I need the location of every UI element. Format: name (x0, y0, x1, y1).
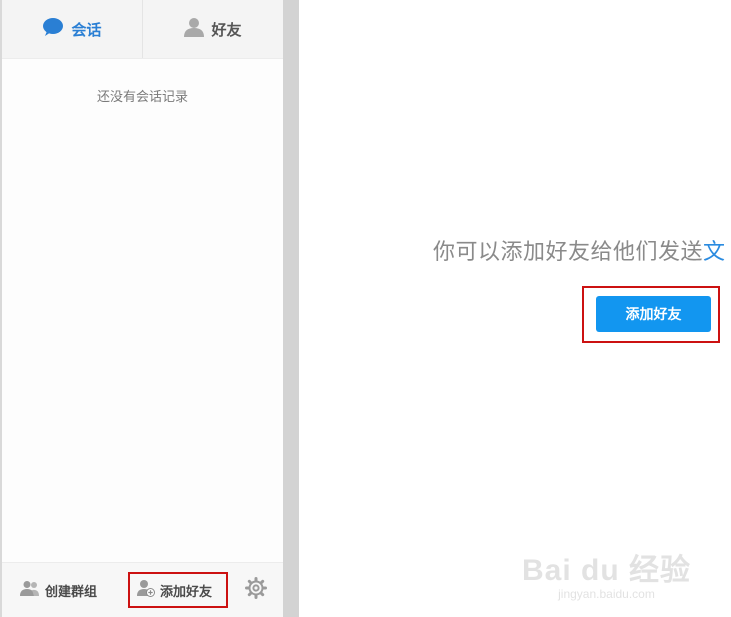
tab-friends[interactable]: 好友 (143, 0, 283, 58)
pane-divider[interactable] (283, 0, 299, 617)
hint-highlight: 文 (703, 240, 726, 265)
group-icon (20, 580, 40, 600)
tab-conversations[interactable]: 会话 (2, 0, 143, 58)
tab-friends-label: 好友 (211, 20, 242, 39)
add-friend-bottom-label: 添加好友 (160, 584, 213, 600)
conversation-sidebar: 会话 好友 还没有会话记录 创建群组 添加好友 (0, 0, 283, 617)
watermark-logo: Bai du 经验 (521, 554, 691, 587)
settings-button[interactable] (245, 572, 267, 608)
sidebar-bottom-bar: 创建群组 添加好友 (2, 562, 283, 617)
add-friend-button[interactable]: 添加好友 (596, 296, 711, 332)
add-user-icon (137, 579, 155, 601)
add-friend-highlight-frame: 添加好友 (582, 286, 720, 343)
create-group-label: 创建群组 (45, 584, 98, 600)
sidebar-tabs: 会话 好友 (2, 0, 283, 59)
empty-conversations-text: 还没有会话记录 (96, 90, 188, 105)
hint-text: 你可以添加好友给他们发送 (433, 240, 704, 265)
add-friend-bottom-button[interactable]: 添加好友 (128, 572, 228, 608)
chat-bubble-icon (42, 17, 64, 41)
main-panel: 你可以添加好友给他们发送文 添加好友 Bai du 经验 jingyan.bai… (299, 0, 731, 617)
baidu-jingyan-watermark: Bai du 经验 jingyan.baidu.com (522, 545, 691, 601)
gear-icon (245, 577, 267, 603)
create-group-button[interactable]: 创建群组 (20, 572, 97, 608)
watermark-url: jingyan.baidu.com (558, 587, 655, 601)
empty-state-hint: 你可以添加好友给他们发送文 (433, 234, 726, 266)
user-icon (184, 17, 205, 41)
tab-conversations-label: 会话 (71, 20, 102, 39)
